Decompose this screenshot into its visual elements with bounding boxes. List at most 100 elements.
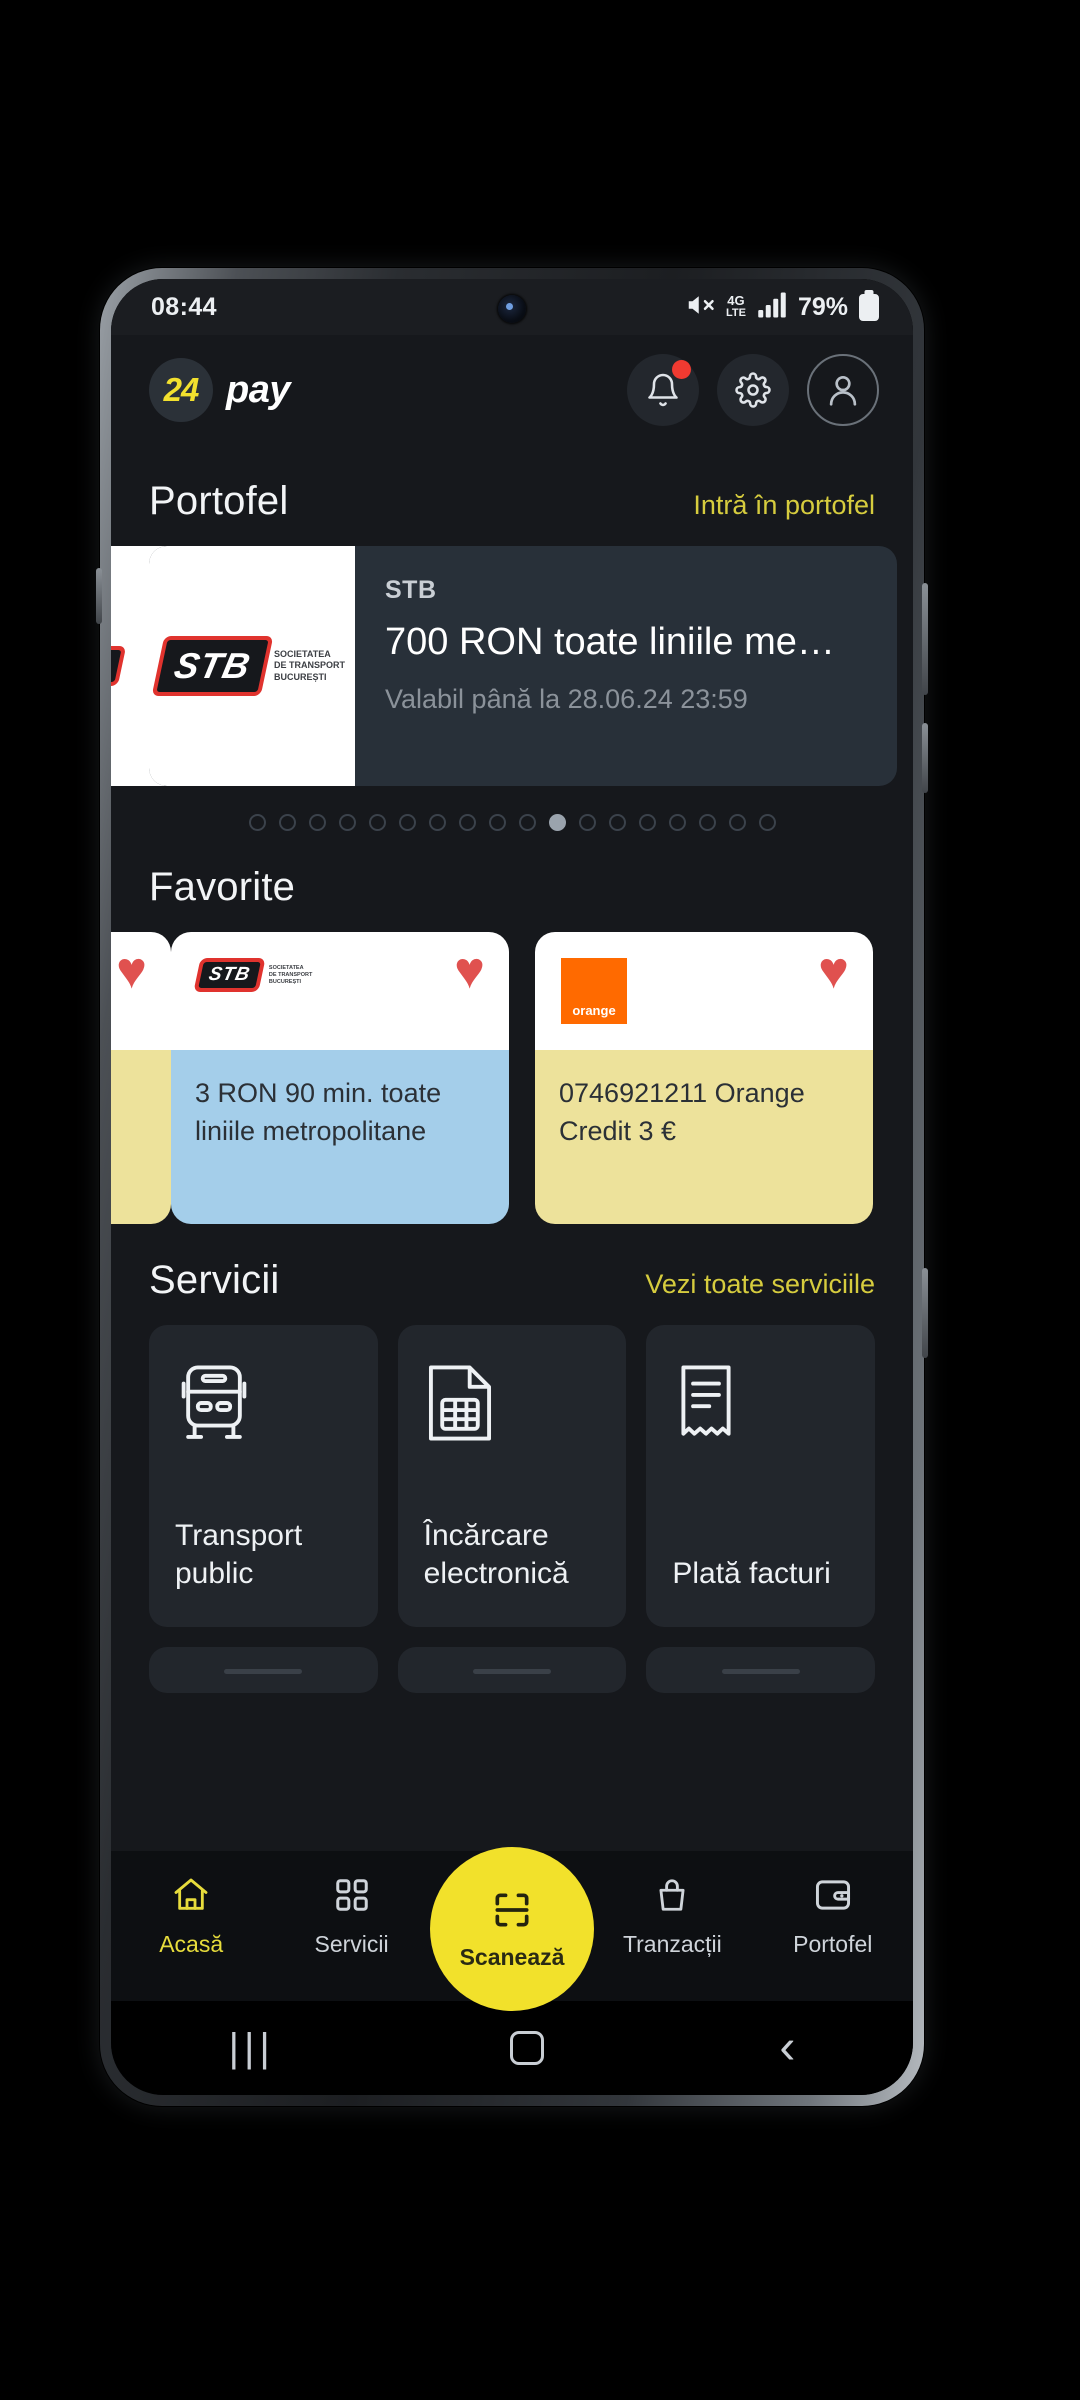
favorites-carousel[interactable]: ♥ STB SOCIETATEA DE TRANSPORT BUCUREȘTI ♥ <box>111 932 913 1224</box>
enter-wallet-link[interactable]: Intră în portofel <box>693 490 875 521</box>
carousel-dot[interactable] <box>458 814 476 831</box>
settings-button[interactable] <box>717 354 789 426</box>
favorites-section-header: Favorite <box>111 865 913 910</box>
view-all-services-link[interactable]: Vezi toate serviciile <box>645 1269 875 1300</box>
stb-subtitle: SOCIETATEA DE TRANSPORT BUCUREȘTI <box>269 964 313 985</box>
mute-switch[interactable] <box>96 568 102 624</box>
phone-frame: 08:44 4G LTE 79% 24 pay Portofel Intră î… <box>96 268 928 2106</box>
carousel-dot[interactable] <box>548 814 566 831</box>
nav-item-scaneaza[interactable]: Scanează <box>430 1847 594 2011</box>
app-screen: 08:44 4G LTE 79% 24 pay Portofel Intră î… <box>111 279 913 2095</box>
service-tile-transport-public[interactable]: Transport public <box>149 1325 378 1627</box>
transactions-icon <box>654 1873 690 1917</box>
page-title: Portofel <box>149 479 289 523</box>
home-button[interactable] <box>510 2031 545 2065</box>
favorite-card-label: 3 RON 90 min. toate liniile metropolitan… <box>195 1078 442 1147</box>
phone-screen-bezel: 08:44 4G LTE 79% 24 pay Portofel Intră î… <box>111 279 913 2095</box>
carousel-dot[interactable] <box>758 814 776 831</box>
carousel-dot[interactable] <box>578 814 596 831</box>
wallet-carousel[interactable]: STB STB SOCIETATEADE TRANSPORTBUCUREȘTI <box>111 546 913 786</box>
battery-percent: 79% <box>797 292 848 321</box>
sim-card-icon <box>424 1361 601 1485</box>
nav-label: Portofel <box>793 1931 873 1957</box>
gear-icon <box>735 372 771 408</box>
service-tile-partial[interactable] <box>149 1647 378 1693</box>
stb-logo: STB SOCIETATEA DE TRANSPORT BUCUREȘTI <box>152 636 352 696</box>
app-header: 24 pay <box>111 335 913 445</box>
wallet-icon <box>813 1873 853 1917</box>
wallet-card-logo: STB SOCIETATEA DE TRANSPORT BUCUREȘTI <box>149 546 355 786</box>
carousel-dot[interactable] <box>428 814 446 831</box>
carousel-dot[interactable] <box>608 814 626 831</box>
service-tile-partial[interactable] <box>397 1647 627 1693</box>
favorite-card-logo-area: ♥ <box>111 932 171 1050</box>
nav-item-servicii[interactable]: Servicii <box>277 1873 427 1958</box>
wallet-card-body: STB 700 RON toate liniile me… Valabil pâ… <box>355 546 897 786</box>
front-camera-punch-hole <box>498 295 526 323</box>
favorite-card[interactable]: STB SOCIETATEA DE TRANSPORT BUCUREȘTI ♥ 3 … <box>171 932 509 1224</box>
nav-item-acasa[interactable]: Acasă <box>116 1873 266 1958</box>
nav-label: Acasă <box>159 1931 224 1957</box>
orange-logo: orange <box>561 958 627 1024</box>
profile-button[interactable] <box>807 354 879 426</box>
service-label: Transport public <box>175 1519 303 1591</box>
back-button[interactable]: ‹ <box>779 2024 795 2072</box>
carousel-dot[interactable] <box>398 814 416 831</box>
carousel-dot[interactable] <box>518 814 536 831</box>
android-navigation-bar: ||| ‹ <box>111 2001 913 2095</box>
wallet-card-active[interactable]: STB SOCIETATEA DE TRANSPORT BUCUREȘTI STB … <box>149 546 897 786</box>
mute-icon <box>685 290 715 325</box>
services-grid: Transport public Încărcare electronică P… <box>111 1325 913 1693</box>
nav-label: Tranzacții <box>622 1931 722 1957</box>
volume-down-button[interactable] <box>922 723 928 793</box>
network-type-icon: 4G LTE <box>725 293 746 319</box>
heart-icon[interactable]: ♥ <box>454 945 485 997</box>
notification-badge <box>672 360 691 379</box>
volume-up-button[interactable] <box>922 583 928 695</box>
favorite-card-body <box>111 1050 171 1224</box>
carousel-dot[interactable] <box>698 814 716 831</box>
carousel-pagination-dots[interactable] <box>111 814 913 831</box>
favorite-card-logo-area: orange ♥ <box>535 932 873 1050</box>
favorites-title: Favorite <box>149 865 296 909</box>
status-time: 08:44 <box>151 292 217 321</box>
stb-subtitle: SOCIETATEA DE TRANSPORT BUCUREȘTI <box>274 649 346 682</box>
carousel-dot[interactable] <box>368 814 386 831</box>
favorite-card-logo-area: STB SOCIETATEA DE TRANSPORT BUCUREȘTI ♥ <box>171 932 509 1050</box>
logo-wordmark: pay <box>226 368 290 411</box>
carousel-dot[interactable] <box>308 814 326 831</box>
app-logo: 24 pay <box>149 358 290 422</box>
nav-item-tranzactii[interactable]: Tranzacții <box>597 1873 747 1958</box>
favorite-card-previous[interactable]: ♥ <box>111 932 171 1224</box>
notifications-button[interactable] <box>627 354 699 426</box>
carousel-dot[interactable] <box>338 814 356 831</box>
signal-bars-icon <box>757 292 787 323</box>
service-label: Încărcare electronică <box>423 1519 569 1591</box>
wallet-card-brand: STB <box>385 576 437 604</box>
power-button[interactable] <box>922 1268 928 1358</box>
carousel-dot[interactable] <box>668 814 686 831</box>
wallet-card-title: 700 RON toate liniile me… <box>385 621 835 663</box>
grid-icon <box>333 1873 371 1917</box>
heart-icon[interactable]: ♥ <box>818 945 849 997</box>
nav-label: Scanează <box>459 1943 565 1970</box>
carousel-dot[interactable] <box>278 814 296 831</box>
service-label: Plată facturi <box>672 1557 831 1591</box>
logo-number: 24 <box>163 371 200 408</box>
recents-button[interactable]: ||| <box>229 2026 275 2071</box>
favorite-card[interactable]: orange ♥ 0746921211 Orange Credit 3 € <box>535 932 873 1224</box>
nav-item-portofel[interactable]: Portofel <box>758 1873 908 1958</box>
stb-badge: STB <box>111 646 126 686</box>
heart-icon[interactable]: ♥ <box>116 945 147 997</box>
carousel-dot[interactable] <box>248 814 266 831</box>
stb-logo: STB <box>111 646 126 686</box>
service-tile-partial[interactable] <box>646 1647 875 1693</box>
carousel-dot[interactable] <box>488 814 506 831</box>
header-actions <box>627 354 879 426</box>
scroll-content[interactable]: Portofel Intră în portofel STB STB <box>111 445 913 1851</box>
service-tile-incarcare-electronica[interactable]: Încărcare electronică <box>397 1325 627 1627</box>
favorite-card-label: 0746921211 Orange Credit 3 € <box>559 1078 805 1147</box>
service-tile-plata-facturi[interactable]: Plată facturi <box>646 1325 875 1627</box>
carousel-dot[interactable] <box>638 814 656 831</box>
carousel-dot[interactable] <box>728 814 746 831</box>
